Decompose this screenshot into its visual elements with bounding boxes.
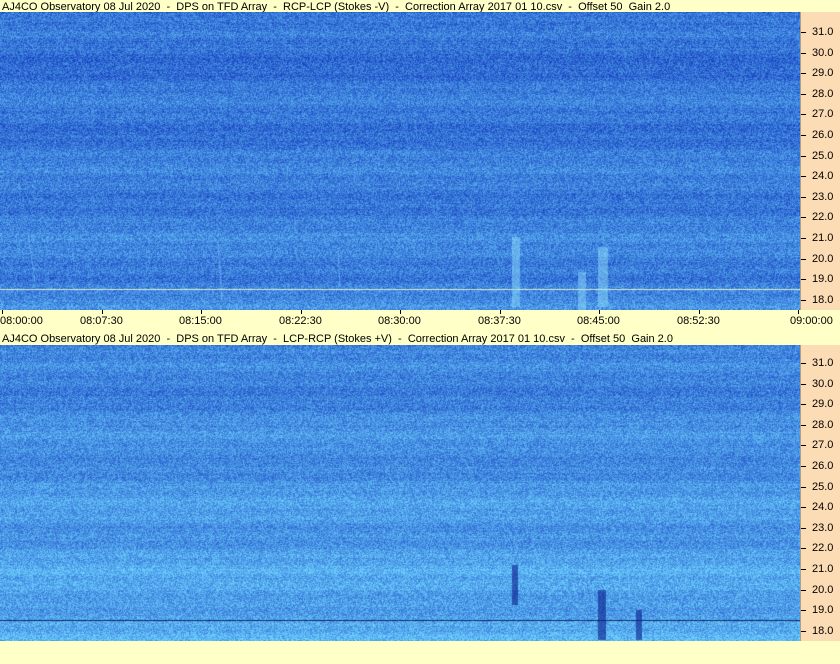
freq-tick bbox=[801, 196, 806, 198]
freq-tick bbox=[801, 52, 806, 54]
time-label: 08:45:00 bbox=[577, 315, 620, 327]
time-label: 08:00:00 bbox=[0, 315, 43, 327]
freq-label: 31.0 bbox=[812, 357, 834, 369]
time-label: 09:00:00 bbox=[790, 315, 833, 327]
freq-label: 23.0 bbox=[812, 521, 834, 534]
freq-label: 20.0 bbox=[812, 583, 834, 596]
time-tick bbox=[599, 310, 600, 314]
freq-tick bbox=[801, 466, 806, 467]
time-label: 08:07:30 bbox=[80, 315, 123, 327]
time-tick bbox=[500, 310, 501, 314]
freq-label: 29.0 bbox=[812, 67, 834, 80]
freq-tick bbox=[801, 176, 806, 178]
time-tick bbox=[400, 310, 401, 314]
freq-tick bbox=[801, 279, 806, 281]
freq-tick bbox=[801, 114, 806, 116]
freq-label: 22.0 bbox=[812, 542, 834, 555]
freq-label: 21.0 bbox=[812, 563, 834, 575]
freq-label: 28.0 bbox=[812, 87, 834, 100]
freq-tick bbox=[801, 32, 806, 33]
freq-tick bbox=[801, 93, 806, 95]
frequency-axis-top: 31.0 30.0 29.0 28.0 27.0 26.0 25.0 24.0 23.0 22.0… bbox=[800, 12, 840, 326]
freq-label: 25.0 bbox=[812, 149, 834, 162]
freq-label: 28.0 bbox=[812, 418, 834, 431]
time-tick bbox=[699, 310, 700, 314]
time-tick bbox=[301, 310, 302, 314]
freq-tick bbox=[801, 486, 806, 488]
freq-label: 30.0 bbox=[812, 377, 834, 390]
freq-tick bbox=[801, 610, 806, 612]
freq-label: 26.0 bbox=[812, 129, 834, 141]
freq-label: 27.0 bbox=[812, 439, 834, 452]
freq-tick bbox=[801, 383, 806, 385]
frequency-axis-bottom: 31.0 30.0 29.0 28.0 27.0 26.0 25.0 24.0 23.0 22.0… bbox=[800, 345, 840, 657]
freq-label: 19.0 bbox=[812, 604, 834, 617]
freq-tick bbox=[801, 527, 806, 529]
bottom-margin bbox=[0, 641, 840, 664]
freq-tick bbox=[801, 630, 806, 632]
freq-label: 30.0 bbox=[812, 46, 834, 59]
freq-label: 18.0 bbox=[812, 293, 834, 306]
freq-tick bbox=[801, 238, 806, 239]
freq-label: 20.0 bbox=[812, 252, 834, 265]
spectrogram-stokes-minus-v[interactable] bbox=[0, 12, 800, 310]
freq-label: 23.0 bbox=[812, 190, 834, 203]
time-tick bbox=[798, 310, 799, 314]
time-tick bbox=[201, 310, 202, 314]
freq-label: 25.0 bbox=[812, 480, 834, 493]
time-tick bbox=[2, 310, 3, 314]
spectrogram-stokes-plus-v[interactable] bbox=[0, 345, 800, 641]
freq-tick bbox=[801, 217, 806, 219]
freq-label: 31.0 bbox=[812, 26, 834, 38]
freq-label: 18.0 bbox=[812, 624, 834, 637]
time-label: 08:52:30 bbox=[677, 315, 720, 327]
time-axis: 08:00:00 08:07:30 08:15:00 08:22:30 08:30:00… bbox=[0, 310, 840, 330]
freq-tick bbox=[801, 569, 806, 570]
time-label: 08:15:00 bbox=[179, 315, 222, 327]
freq-label: 29.0 bbox=[812, 398, 834, 411]
time-label: 08:37:30 bbox=[478, 315, 521, 327]
freq-tick bbox=[801, 507, 806, 509]
time-tick bbox=[102, 310, 103, 314]
freq-tick bbox=[801, 445, 806, 447]
freq-label: 26.0 bbox=[812, 460, 834, 472]
freq-label: 27.0 bbox=[812, 108, 834, 121]
freq-label: 19.0 bbox=[812, 273, 834, 286]
freq-label: 24.0 bbox=[812, 170, 834, 183]
panel-2-title: AJ4CO Observatory 08 Jul 2020 - DPS on T… bbox=[2, 333, 673, 345]
freq-tick bbox=[801, 548, 806, 550]
freq-label: 24.0 bbox=[812, 501, 834, 514]
freq-tick bbox=[801, 73, 806, 75]
freq-label: 22.0 bbox=[812, 211, 834, 224]
freq-tick bbox=[801, 363, 806, 364]
time-label: 08:22:30 bbox=[279, 315, 322, 327]
freq-tick bbox=[801, 589, 806, 591]
freq-tick bbox=[801, 135, 806, 136]
freq-tick bbox=[801, 299, 806, 301]
freq-tick bbox=[801, 424, 806, 426]
freq-tick bbox=[801, 258, 806, 260]
freq-tick bbox=[801, 404, 806, 406]
freq-tick bbox=[801, 155, 806, 157]
time-label: 08:30:00 bbox=[378, 315, 421, 327]
freq-label: 21.0 bbox=[812, 232, 834, 244]
